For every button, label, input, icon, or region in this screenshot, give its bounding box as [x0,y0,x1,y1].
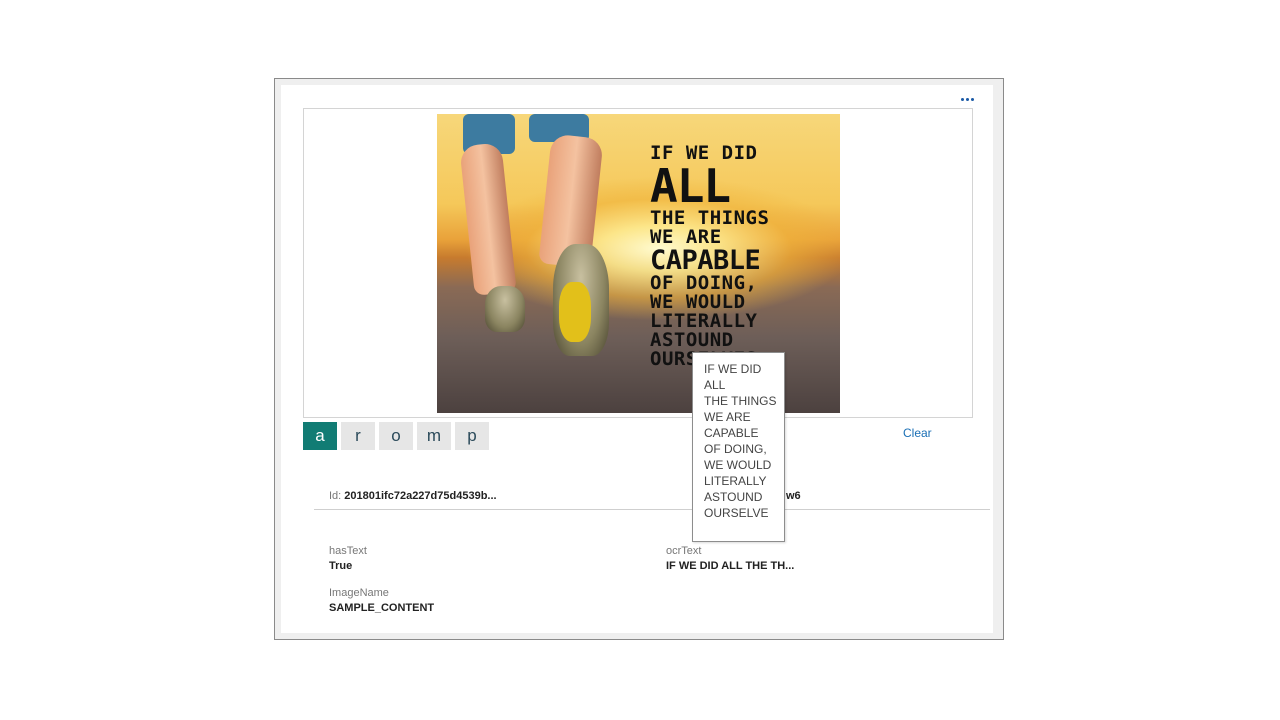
shoe-left [485,286,525,332]
tooltip-line: OF DOING, [704,442,767,456]
tooltip-line: LITERALLY [704,474,767,488]
sole-right [559,282,591,342]
tooltip-line: ASTOUND [704,490,763,504]
ocr-text-value[interactable]: IF WE DID ALL THE TH... [666,560,794,572]
id-label: Id: [329,490,342,502]
tab-r[interactable]: r [341,422,375,450]
id-right-value: w6 [786,490,801,502]
id-value: 201801ifc72a227d75d4539b... [344,490,497,502]
ocr-text-field: ocrText IF WE DID ALL THE TH... [666,545,794,572]
tooltip-line: THE THINGS [704,394,777,408]
ocr-text-label: ocrText [666,545,702,557]
ocr-tooltip: IF WE DID ALL THE THINGS WE ARE CAPABLE … [692,352,785,542]
divider [314,509,990,510]
tab-strip: a r o m p [303,422,489,450]
has-text-label: hasText [329,545,367,557]
id-row: Id: 201801ifc72a227d75d4539b... [329,490,497,502]
tab-p[interactable]: p [455,422,489,450]
more-dots-icon[interactable] [955,91,979,107]
has-text-value: True [329,560,353,572]
image-card: IF WE DID ALL THE THINGS WE ARE CAPABLE … [281,85,993,633]
app-frame: IF WE DID ALL THE THINGS WE ARE CAPABLE … [274,78,1004,640]
tooltip-line: WE ARE [704,410,751,424]
image-preview: IF WE DID ALL THE THINGS WE ARE CAPABLE … [303,108,973,418]
quote-text: IF WE DID ALL THE THINGS WE ARE CAPABLE … [650,144,830,369]
has-text-field: hasText True [329,545,367,572]
tab-a[interactable]: a [303,422,337,450]
tooltip-line: IF WE DID [704,362,762,376]
tooltip-line: OURSELVE [704,506,769,520]
quote-line: ALL [650,159,731,213]
image-name-label: ImageName [329,587,389,599]
tab-o[interactable]: o [379,422,413,450]
clear-link[interactable]: Clear [903,426,932,440]
leg-left [459,142,517,296]
tooltip-line: ALL [704,378,726,392]
tooltip-line: WE WOULD [704,458,772,472]
quote-line: CAPABLE [650,245,761,276]
image-name-field: ImageName SAMPLE_CONTENT [329,587,434,614]
tooltip-line: CAPABLE [704,426,759,440]
image-name-value: SAMPLE_CONTENT [329,602,435,614]
tab-m[interactable]: m [417,422,451,450]
